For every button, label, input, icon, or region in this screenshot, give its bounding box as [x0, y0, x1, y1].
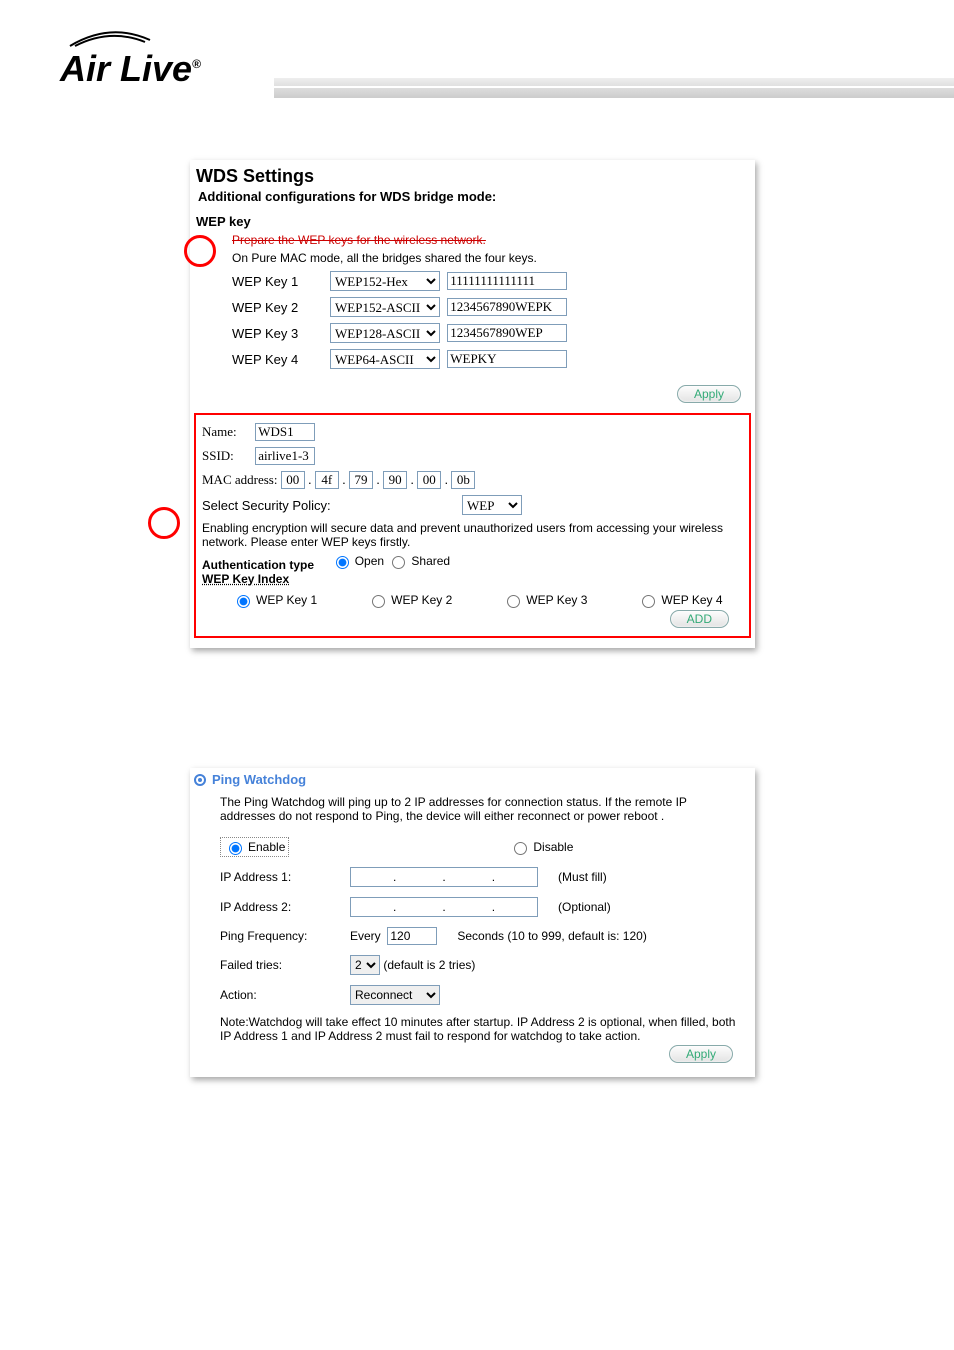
- wep-key-1-input[interactable]: [447, 272, 567, 290]
- wep-key-4-type-select[interactable]: WEP64-ASCII: [330, 349, 440, 369]
- ip-address-2-input[interactable]: ...: [350, 897, 538, 917]
- annotation-circle-icon: [148, 507, 180, 539]
- ping-frequency-label: Ping Frequency:: [220, 929, 350, 943]
- enable-label: Enable: [248, 840, 285, 854]
- enable-radio[interactable]: [229, 842, 242, 855]
- wep-key-2-type-select[interactable]: WEP152-ASCII: [330, 297, 440, 317]
- ping-watchdog-title: Ping Watchdog: [194, 772, 751, 787]
- ssid-input[interactable]: [255, 447, 315, 465]
- wds-settings-panel: WDS Settings Additional configurations f…: [190, 160, 755, 648]
- mac-sep: .: [342, 472, 346, 487]
- disable-radio[interactable]: [514, 842, 527, 855]
- failed-tries-select[interactable]: 2: [350, 955, 380, 975]
- security-policy-label: Select Security Policy:: [202, 498, 462, 513]
- apply-button[interactable]: Apply: [669, 1045, 733, 1063]
- wep-key-box: Prepare the WEP keys for the wireless ne…: [232, 233, 751, 369]
- header-decorative-lines: [274, 78, 954, 102]
- wep-key-3-type-select[interactable]: WEP128-ASCII: [330, 323, 440, 343]
- wep-key-row-1: WEP Key 1 WEP152-Hex: [232, 271, 751, 291]
- ip-address-1-hint: (Must fill): [558, 870, 607, 884]
- name-input[interactable]: [255, 423, 315, 441]
- wep-key-index-label: WEP Key Index: [202, 572, 289, 586]
- wds-form-highlight-box: Name: SSID: MAC address: . . . . .: [194, 413, 751, 638]
- mac-sep: .: [444, 472, 448, 487]
- ping-watchdog-title-text: Ping Watchdog: [212, 772, 306, 787]
- auth-open-label: Open: [355, 554, 384, 568]
- ip-address-2-hint: (Optional): [558, 900, 611, 914]
- action-label: Action:: [220, 988, 350, 1002]
- wep-key-index-2-label: WEP Key 2: [391, 593, 452, 607]
- wep-key-row-2: WEP Key 2 WEP152-ASCII: [232, 297, 751, 317]
- wep-key-1-label: WEP Key 1: [232, 274, 330, 289]
- wep-key-section-label: WEP key: [196, 214, 751, 229]
- wep-key-3-input[interactable]: [447, 324, 567, 342]
- ping-frequency-input[interactable]: [387, 927, 437, 945]
- action-select[interactable]: Reconnect: [350, 985, 440, 1005]
- pure-mac-mode-line: On Pure MAC mode, all the bridges shared…: [232, 251, 751, 265]
- mac-sep: .: [376, 472, 380, 487]
- wep-key-index-1-label: WEP Key 1: [256, 593, 317, 607]
- ping-frequency-hint: Seconds (10 to 999, default is: 120): [457, 929, 646, 943]
- mac-octet-6[interactable]: [451, 471, 475, 489]
- wep-key-4-label: WEP Key 4: [232, 352, 330, 367]
- mac-sep: .: [308, 472, 312, 487]
- ping-watchdog-panel: Ping Watchdog The Ping Watchdog will pin…: [190, 768, 755, 1077]
- ssid-label: SSID:: [202, 448, 252, 464]
- wep-key-3-label: WEP Key 3: [232, 326, 330, 341]
- ping-watchdog-description: The Ping Watchdog will ping up to 2 IP a…: [220, 795, 743, 823]
- encryption-note: Enabling encryption will secure data and…: [202, 521, 739, 549]
- wep-key-index-3-radio[interactable]: [507, 595, 520, 608]
- auth-shared-radio[interactable]: [392, 556, 405, 569]
- apply-button[interactable]: Apply: [677, 385, 741, 403]
- ip-address-1-input[interactable]: ...: [350, 867, 538, 887]
- wep-key-4-input[interactable]: [447, 350, 567, 368]
- failed-tries-hint: (default is 2 tries): [383, 958, 475, 972]
- prepare-wep-keys-line: Prepare the WEP keys for the wireless ne…: [232, 233, 751, 247]
- mac-sep: .: [410, 472, 414, 487]
- ip-address-1-label: IP Address 1:: [220, 870, 350, 884]
- mac-address-label: MAC address:: [202, 472, 277, 487]
- wep-key-2-label: WEP Key 2: [232, 300, 330, 315]
- page-header: Air Live®: [0, 0, 954, 120]
- add-button[interactable]: ADD: [670, 610, 729, 628]
- wep-key-row-4: WEP Key 4 WEP64-ASCII: [232, 349, 751, 369]
- wep-key-1-type-select[interactable]: WEP152-Hex: [330, 271, 440, 291]
- mac-octet-3[interactable]: [349, 471, 373, 489]
- wep-key-index-4-label: WEP Key 4: [661, 593, 722, 607]
- wds-settings-subtitle: Additional configurations for WDS bridge…: [198, 189, 751, 204]
- wep-key-index-3-label: WEP Key 3: [526, 593, 587, 607]
- ip-address-2-label: IP Address 2:: [220, 900, 350, 914]
- security-policy-select[interactable]: WEP: [462, 495, 522, 515]
- auth-open-radio[interactable]: [336, 556, 349, 569]
- wep-key-index-4-radio[interactable]: [642, 595, 655, 608]
- auth-shared-label: Shared: [411, 554, 450, 568]
- logo-text: Air Live: [60, 48, 192, 89]
- wds-settings-title: WDS Settings: [196, 166, 751, 187]
- authentication-type-label: Authentication type: [202, 558, 314, 572]
- name-label: Name:: [202, 424, 252, 440]
- wep-key-row-3: WEP Key 3 WEP128-ASCII: [232, 323, 751, 343]
- every-label: Every: [350, 929, 381, 943]
- bullet-icon: [194, 774, 206, 786]
- failed-tries-label: Failed tries:: [220, 958, 350, 972]
- mac-octet-1[interactable]: [281, 471, 305, 489]
- disable-label: Disable: [533, 840, 573, 854]
- mac-octet-5[interactable]: [417, 471, 441, 489]
- mac-octet-2[interactable]: [315, 471, 339, 489]
- annotation-circle-icon: [184, 235, 216, 267]
- wep-key-index-1-radio[interactable]: [237, 595, 250, 608]
- mac-octet-4[interactable]: [383, 471, 407, 489]
- wep-key-2-input[interactable]: [447, 298, 567, 316]
- watchdog-note: Note:Watchdog will take effect 10 minute…: [220, 1015, 743, 1043]
- wep-key-index-2-radio[interactable]: [372, 595, 385, 608]
